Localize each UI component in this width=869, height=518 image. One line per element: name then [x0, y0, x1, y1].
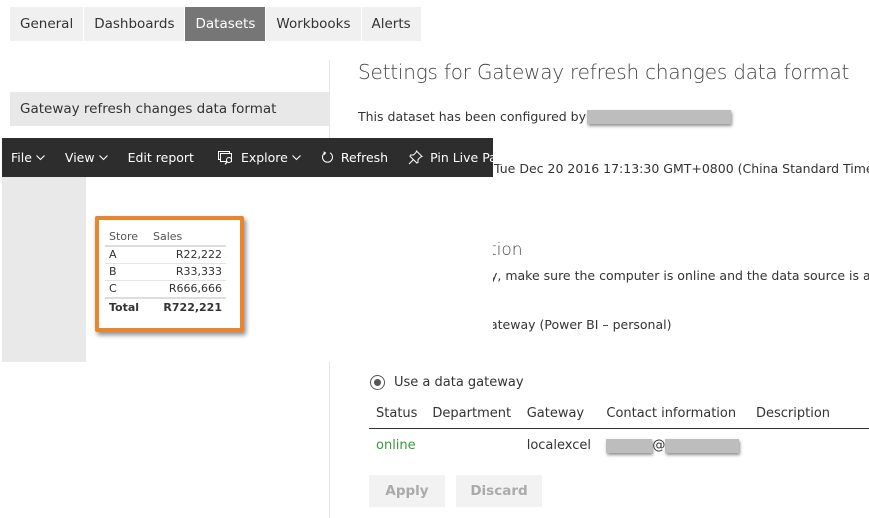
matrix-sales: R22,222: [149, 246, 226, 264]
gateway-connection-heading: tion: [490, 240, 523, 260]
matrix-header-sales: Sales: [149, 229, 226, 247]
matrix-total-value: R722,221: [149, 297, 226, 316]
matrix-store: A: [105, 246, 149, 264]
report-pages-pane: [2, 177, 86, 362]
refresh-label: Refresh: [340, 150, 389, 165]
gateway-name: localexcel: [526, 438, 591, 453]
discard-button[interactable]: Discard: [456, 475, 542, 507]
explore-label: Explore: [240, 150, 288, 165]
pin-live-page-button[interactable]: Pin Live Page: [398, 138, 522, 177]
report-overlay: File View Edit report Explore Refresh Pi…: [0, 138, 512, 362]
matrix-store: C: [105, 280, 149, 299]
chevron-down-icon: [36, 154, 45, 161]
file-menu[interactable]: File: [2, 138, 55, 177]
column-department: Department: [425, 400, 520, 429]
explore-icon: [217, 150, 234, 165]
file-menu-label: File: [11, 150, 32, 165]
matrix-table: Store Sales A R22,222 B R33,333 C R666,6…: [105, 229, 226, 316]
column-gateway: Gateway: [519, 400, 600, 429]
matrix-sales: R666,666: [149, 280, 226, 299]
redacted-contact-domain: [665, 438, 740, 453]
gateway-department: [425, 429, 519, 463]
pin-icon: [408, 150, 424, 165]
matrix-visual[interactable]: Store Sales A R22,222 B R33,333 C R666,6…: [95, 216, 244, 332]
explore-menu[interactable]: Explore: [208, 138, 311, 177]
gateway-status: online: [376, 438, 416, 453]
redacted-owner: [587, 109, 731, 124]
use-data-gateway-label: Use a data gateway: [394, 375, 524, 390]
report-toolbar: File View Edit report Explore Refresh Pi…: [2, 138, 512, 177]
refresh-button[interactable]: Refresh: [311, 138, 398, 177]
chevron-down-icon: [291, 154, 301, 161]
matrix-header-store: Store: [105, 229, 149, 247]
gateway-table: Status Department Gateway Contact inform…: [369, 400, 869, 462]
matrix-total-row: Total R722,221: [105, 297, 226, 316]
last-refresh-time: Tue Dec 20 2016 17:13:30 GMT+0800 (China…: [494, 161, 869, 176]
table-row: C R666,666: [105, 280, 226, 299]
apply-button[interactable]: Apply: [369, 475, 445, 507]
chevron-down-icon: [98, 154, 108, 161]
table-row: A R22,222: [105, 246, 226, 264]
tab-workbooks[interactable]: Workbooks: [266, 7, 361, 41]
matrix-sales: R33,333: [149, 263, 226, 281]
edit-report-button[interactable]: Edit report: [118, 138, 204, 177]
tab-alerts[interactable]: Alerts: [361, 7, 421, 41]
refresh-icon: [321, 151, 334, 164]
table-row: B R33,333: [105, 263, 226, 281]
matrix-total-label: Total: [105, 297, 149, 316]
settings-tabs: General Dashboards Datasets Workbooks Al…: [10, 7, 422, 41]
personal-gateway-option: ateway (Power BI – personal): [490, 317, 672, 332]
gateway-description: [749, 429, 869, 463]
matrix-store: B: [105, 263, 149, 281]
use-data-gateway-option[interactable]: Use a data gateway: [370, 375, 524, 390]
view-menu[interactable]: View: [55, 138, 118, 177]
table-row[interactable]: online localexcel @: [369, 429, 869, 463]
configured-by-label: This dataset has been configured by: [358, 109, 586, 124]
tab-datasets[interactable]: Datasets: [185, 7, 266, 41]
column-contact: Contact information: [599, 400, 749, 429]
tab-dashboards[interactable]: Dashboards: [84, 7, 185, 41]
contact-at-sign: @: [652, 438, 666, 453]
redacted-contact-user: [606, 438, 653, 453]
pin-live-page-label: Pin Live Page: [430, 150, 513, 165]
tab-general[interactable]: General: [10, 7, 84, 41]
radio-selected-icon[interactable]: [370, 375, 385, 390]
view-menu-label: View: [64, 150, 95, 165]
page-title: Settings for Gateway refresh changes dat…: [358, 60, 850, 84]
configured-by-line: This dataset has been configured by: [358, 109, 731, 124]
gateway-contact: @: [599, 429, 749, 463]
gateway-connection-description: y, make sure the computer is online and …: [490, 268, 869, 283]
column-description: Description: [749, 400, 869, 429]
dataset-list-item[interactable]: Gateway refresh changes data format: [10, 92, 329, 126]
edit-report-label: Edit report: [127, 150, 194, 165]
column-status: Status: [369, 400, 426, 429]
